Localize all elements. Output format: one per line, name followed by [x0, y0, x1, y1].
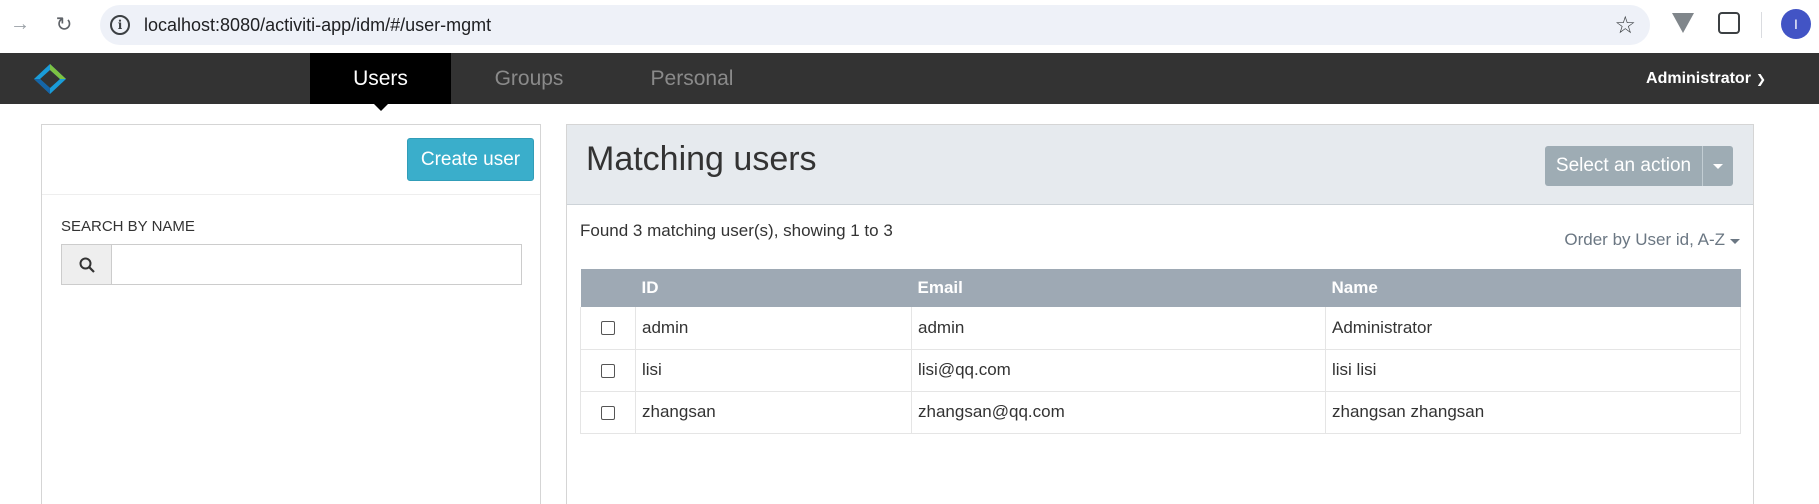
- row-checkbox[interactable]: [601, 363, 615, 378]
- cell-email: admin: [911, 307, 1326, 350]
- order-by-dropdown[interactable]: Order by User id, A-Z: [1564, 230, 1740, 250]
- row-checkbox-cell: [580, 307, 636, 350]
- cell-name: lisi lisi: [1325, 349, 1741, 392]
- select-action-button[interactable]: Select an action: [1545, 146, 1703, 186]
- profile-avatar[interactable]: I: [1781, 9, 1811, 39]
- header-id[interactable]: ID: [635, 269, 912, 307]
- search-group: [61, 244, 522, 285]
- cell-name: Administrator: [1325, 307, 1741, 350]
- user-menu-label: Administrator: [1646, 69, 1751, 87]
- page-title: Matching users: [586, 140, 817, 178]
- cell-id: admin: [635, 307, 912, 350]
- users-table: ID Email Name admin admin Administrator …: [580, 269, 1741, 434]
- table-row[interactable]: admin admin Administrator: [580, 307, 1741, 350]
- tab-groups[interactable]: Groups: [451, 53, 607, 104]
- user-menu[interactable]: Administrator ❯: [1646, 53, 1766, 104]
- app-navbar: Users Groups Personal Administrator ❯: [0, 53, 1819, 111]
- table-row[interactable]: lisi lisi@qq.com lisi lisi: [580, 349, 1741, 392]
- row-checkbox[interactable]: [601, 405, 615, 420]
- site-info-icon[interactable]: i: [110, 15, 130, 35]
- cell-id: lisi: [635, 349, 912, 392]
- header-name[interactable]: Name: [1325, 269, 1741, 307]
- row-checkbox[interactable]: [601, 321, 615, 336]
- back-icon[interactable]: →: [6, 10, 34, 38]
- cell-email: lisi@qq.com: [911, 349, 1326, 392]
- cell-name: zhangsan zhangsan: [1325, 391, 1741, 434]
- header-email[interactable]: Email: [911, 269, 1326, 307]
- reload-icon[interactable]: ↻: [50, 10, 78, 38]
- caret-down-icon[interactable]: [1703, 146, 1733, 186]
- toolbar-divider: [1761, 12, 1762, 38]
- browser-toolbar: → ↻ i localhost:8080/activiti-app/idm/#/…: [0, 0, 1819, 53]
- row-checkbox-cell: [580, 391, 636, 434]
- result-count: Found 3 matching user(s), showing 1 to 3: [580, 221, 893, 240]
- search-panel: Create user SEARCH BY NAME: [41, 124, 541, 504]
- header-select: [580, 269, 636, 307]
- chevron-down-icon: ❯: [1755, 71, 1766, 86]
- search-label: SEARCH BY NAME: [61, 218, 195, 235]
- cell-id: zhangsan: [635, 391, 912, 434]
- users-panel: Matching users Select an action Found 3 …: [566, 124, 1754, 504]
- cell-email: zhangsan@qq.com: [911, 391, 1326, 434]
- row-checkbox-cell: [580, 349, 636, 392]
- url-text[interactable]: localhost:8080/activiti-app/idm/#/user-m…: [144, 15, 491, 36]
- search-icon: [62, 245, 112, 284]
- create-user-button[interactable]: Create user: [407, 138, 534, 181]
- users-panel-header: Matching users Select an action: [567, 125, 1753, 205]
- extension-icon[interactable]: [1672, 13, 1694, 33]
- search-panel-header: Create user: [42, 125, 540, 195]
- tab-users[interactable]: Users: [310, 53, 451, 111]
- bookmark-star-icon[interactable]: ☆: [1614, 11, 1636, 40]
- tab-personal[interactable]: Personal: [607, 53, 777, 104]
- table-row[interactable]: zhangsan zhangsan@qq.com zhangsan zhangs…: [580, 391, 1741, 434]
- address-bar[interactable]: i localhost:8080/activiti-app/idm/#/user…: [100, 5, 1650, 45]
- table-header-row: ID Email Name: [580, 269, 1741, 307]
- search-input[interactable]: [112, 245, 521, 284]
- select-action-dropdown[interactable]: Select an action: [1545, 146, 1733, 186]
- activiti-logo-icon[interactable]: [32, 62, 68, 96]
- extensions-puzzle-icon[interactable]: [1718, 12, 1740, 34]
